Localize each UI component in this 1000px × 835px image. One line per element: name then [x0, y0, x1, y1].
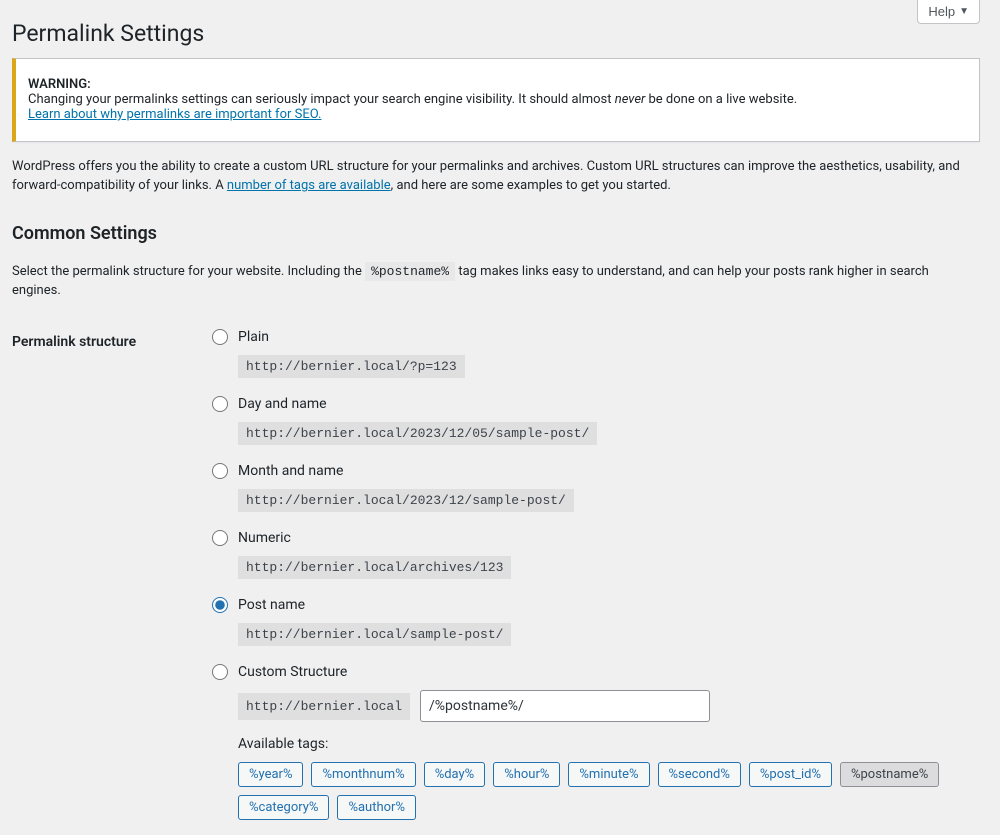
tag-button[interactable]: %category%: [238, 795, 329, 820]
permalink-example: http://bernier.local/sample-post/: [238, 623, 511, 646]
permalink-radio-4[interactable]: [212, 597, 228, 613]
tag-button[interactable]: %post_id%: [749, 762, 832, 787]
tag-button[interactable]: %postname%: [840, 762, 939, 787]
custom-prefix: http://bernier.local: [238, 693, 410, 720]
help-button-label: Help: [928, 4, 955, 19]
common-settings-heading: Common Settings: [12, 223, 980, 244]
intro-after: , and here are some examples to get you …: [391, 178, 671, 193]
warning-text-after: be done on a live website.: [645, 92, 797, 107]
warning-label: WARNING:: [28, 77, 91, 92]
warning-notice: WARNING: Changing your permalinks settin…: [12, 58, 980, 142]
custom-structure-input[interactable]: [420, 690, 710, 722]
chevron-down-icon: ▼: [959, 6, 969, 17]
permalink-option-label[interactable]: Day and name: [238, 396, 327, 412]
tag-button[interactable]: %day%: [424, 762, 486, 787]
permalink-structure-fieldset: Plain http://bernier.local/?p=123 Day and …: [212, 329, 970, 820]
permalink-option-label[interactable]: Custom Structure: [238, 664, 347, 680]
tag-button[interactable]: %second%: [658, 762, 741, 787]
permalink-option-label[interactable]: Month and name: [238, 463, 343, 479]
permalink-radio-5[interactable]: [212, 664, 228, 680]
tag-button[interactable]: %year%: [238, 762, 303, 787]
permalink-example: http://bernier.local/archives/123: [238, 556, 511, 579]
permalink-option-label[interactable]: Numeric: [238, 530, 291, 546]
permalink-structure-label: Permalink structure: [12, 314, 202, 835]
common-settings-desc: Select the permalink structure for your …: [12, 262, 980, 301]
desc-code: %postname%: [365, 262, 455, 281]
permalink-option-label[interactable]: Post name: [238, 597, 305, 613]
permalink-radio-1[interactable]: [212, 396, 228, 412]
available-tags-label: Available tags:: [238, 736, 970, 752]
tag-button[interactable]: %author%: [337, 795, 416, 820]
available-tags-row: %year% %monthnum% %day% %hour% %minute% %seco…: [238, 762, 970, 820]
permalink-radio-3[interactable]: [212, 530, 228, 546]
intro-link[interactable]: number of tags are available: [227, 178, 391, 193]
permalink-option-label[interactable]: Plain: [238, 329, 269, 345]
permalink-example: http://bernier.local/2023/12/sample-post…: [238, 489, 574, 512]
warning-em: never: [615, 92, 646, 107]
intro-text: WordPress offers you the ability to crea…: [12, 157, 980, 196]
desc-before: Select the permalink structure for your …: [12, 264, 365, 279]
permalink-example: http://bernier.local/?p=123: [238, 355, 465, 378]
permalink-example: http://bernier.local/2023/12/05/sample-p…: [238, 422, 597, 445]
tag-button[interactable]: %minute%: [568, 762, 649, 787]
tag-button[interactable]: %monthnum%: [311, 762, 415, 787]
warning-link[interactable]: Learn about why permalinks are important…: [28, 107, 321, 122]
tag-button[interactable]: %hour%: [493, 762, 560, 787]
permalink-radio-0[interactable]: [212, 329, 228, 345]
help-button[interactable]: Help ▼: [917, 0, 980, 24]
permalink-radio-2[interactable]: [212, 463, 228, 479]
warning-text-before: Changing your permalinks settings can se…: [28, 92, 615, 107]
page-title: Permalink Settings: [12, 10, 204, 53]
